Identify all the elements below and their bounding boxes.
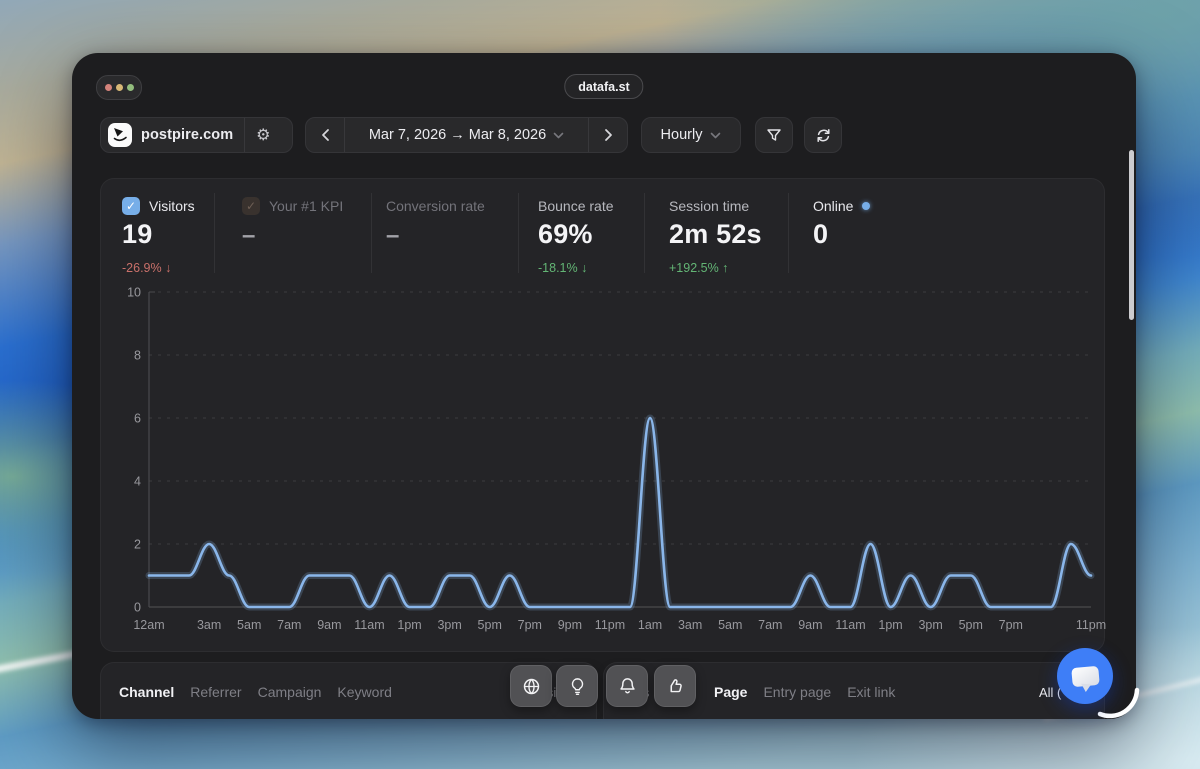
- svg-text:8: 8: [134, 349, 141, 363]
- tab-exit-link[interactable]: Exit link: [847, 684, 895, 700]
- svg-text:9am: 9am: [798, 618, 822, 632]
- feedback-button[interactable]: [654, 665, 696, 707]
- date-range-dropdown[interactable]: Mar 7, 2026 → Mar 8, 2026: [344, 118, 589, 152]
- svg-text:9pm: 9pm: [558, 618, 582, 632]
- url-pill[interactable]: datafa.st: [564, 74, 644, 99]
- date-range-control: Mar 7, 2026 → Mar 8, 2026: [305, 117, 628, 153]
- chat-bubble-icon: [1070, 665, 1100, 687]
- svg-text:3am: 3am: [678, 618, 702, 632]
- settings-gear-icon[interactable]: ⚙: [245, 125, 281, 145]
- minimize-window-button[interactable]: [115, 84, 123, 91]
- refresh-button[interactable]: [804, 117, 842, 153]
- page-tabs: Page Entry page Exit link: [714, 684, 895, 700]
- visitors-checkbox[interactable]: ✓: [122, 197, 140, 215]
- svg-text:7am: 7am: [758, 618, 782, 632]
- kpi-value: 2m 52s: [669, 219, 762, 249]
- kpi-label: Online: [813, 198, 854, 214]
- refresh-icon: [816, 128, 830, 142]
- notifications-button[interactable]: [606, 665, 648, 707]
- kpi-value: 69%: [538, 219, 593, 249]
- kpi-delta: -18.1% ↓: [538, 261, 588, 275]
- kpi-label: Conversion rate: [386, 198, 485, 214]
- svg-text:1pm: 1pm: [878, 618, 902, 632]
- visitors-line-chart: 0 2 4 6 8 10 12am 3am 5am 7am 9am 11am 1pm 3pm 5pm 7pm 9…: [127, 286, 1106, 633]
- svg-text:5pm: 5pm: [478, 618, 502, 632]
- thumbs-up-icon: [670, 678, 682, 692]
- granularity-dropdown[interactable]: Hourly: [641, 117, 741, 153]
- svg-text:0: 0: [134, 601, 141, 615]
- funnel-icon: [767, 129, 781, 141]
- kpi-value: –: [242, 222, 256, 249]
- svg-text:4: 4: [134, 475, 141, 489]
- channel-tabs: Channel Referrer Campaign Keyword: [119, 684, 392, 700]
- tab-entry-page[interactable]: Entry page: [763, 684, 831, 700]
- globe-button[interactable]: [510, 665, 552, 707]
- online-status-dot: [862, 202, 871, 210]
- close-window-button[interactable]: [104, 84, 112, 91]
- kpi-value: 19: [122, 219, 153, 249]
- svg-text:7pm: 7pm: [518, 618, 542, 632]
- svg-text:1am: 1am: [638, 618, 662, 632]
- svg-text:11am: 11am: [354, 618, 384, 632]
- filter-button[interactable]: [755, 117, 793, 153]
- tab-page[interactable]: Page: [714, 684, 747, 700]
- svg-text:5am: 5am: [237, 618, 261, 632]
- all-filter-dropdown[interactable]: All (: [1039, 685, 1061, 700]
- svg-text:11pm: 11pm: [1076, 618, 1106, 632]
- idea-button[interactable]: [556, 665, 598, 707]
- svg-text:5am: 5am: [718, 618, 742, 632]
- kpi-label: Bounce rate: [538, 198, 614, 214]
- divider: [518, 193, 519, 273]
- svg-text:12am: 12am: [133, 618, 164, 632]
- site-selector[interactable]: postpire.com ⚙: [100, 117, 293, 153]
- svg-text:7pm: 7pm: [999, 618, 1023, 632]
- kpi-label: Your #1 KPI: [269, 198, 344, 214]
- kpi-value: –: [386, 222, 400, 249]
- divider: [788, 193, 789, 273]
- svg-text:2: 2: [134, 538, 141, 552]
- window-scrollbar[interactable]: [1129, 150, 1134, 320]
- svg-text:3pm: 3pm: [437, 618, 461, 632]
- svg-text:3am: 3am: [197, 618, 221, 632]
- tab-campaign[interactable]: Campaign: [258, 684, 322, 700]
- next-date-button[interactable]: [589, 118, 627, 152]
- app-window: datafa.st postpire.com ⚙ Mar 7, 2026 → M…: [72, 53, 1136, 719]
- globe-icon: [523, 678, 539, 694]
- kpi-label: Session time: [669, 198, 750, 214]
- divider: [371, 193, 372, 273]
- svg-text:7am: 7am: [277, 618, 301, 632]
- svg-text:11am: 11am: [835, 618, 865, 632]
- tab-keyword[interactable]: Keyword: [337, 684, 391, 700]
- site-name: postpire.com: [141, 127, 234, 143]
- granularity-value: Hourly: [660, 127, 703, 143]
- zoom-window-button[interactable]: [126, 84, 134, 91]
- lightbulb-icon: [571, 677, 583, 695]
- prev-date-button[interactable]: [306, 118, 344, 152]
- divider: [214, 193, 215, 273]
- svg-text:1pm: 1pm: [397, 618, 421, 632]
- svg-text:3pm: 3pm: [918, 618, 942, 632]
- svg-text:11pm: 11pm: [595, 618, 625, 632]
- kpi-value: 0: [813, 219, 829, 249]
- url-text: datafa.st: [578, 79, 630, 94]
- svg-text:10: 10: [127, 286, 141, 300]
- chat-widget-button[interactable]: [1057, 648, 1113, 704]
- svg-text:6: 6: [134, 412, 141, 426]
- divider: [644, 193, 645, 273]
- tab-referrer[interactable]: Referrer: [190, 684, 241, 700]
- analytics-card: ✓ Visitors 19 -26.9% ↓ ✓ Your #1 KPI – C…: [100, 178, 1106, 652]
- svg-text:5pm: 5pm: [959, 618, 983, 632]
- kpi-delta: +192.5% ↑: [669, 261, 729, 275]
- window-controls[interactable]: [96, 75, 142, 100]
- svg-text:9am: 9am: [317, 618, 341, 632]
- site-favicon: [108, 123, 132, 147]
- bell-icon: [619, 677, 635, 693]
- kpi-delta: -26.9% ↓: [122, 261, 172, 275]
- tab-channel[interactable]: Channel: [119, 684, 174, 700]
- kpi-label: Visitors: [149, 198, 195, 214]
- date-range-text: Mar 7, 2026 → Mar 8, 2026: [368, 127, 547, 143]
- kpi-checkbox-disabled[interactable]: ✓: [242, 197, 260, 215]
